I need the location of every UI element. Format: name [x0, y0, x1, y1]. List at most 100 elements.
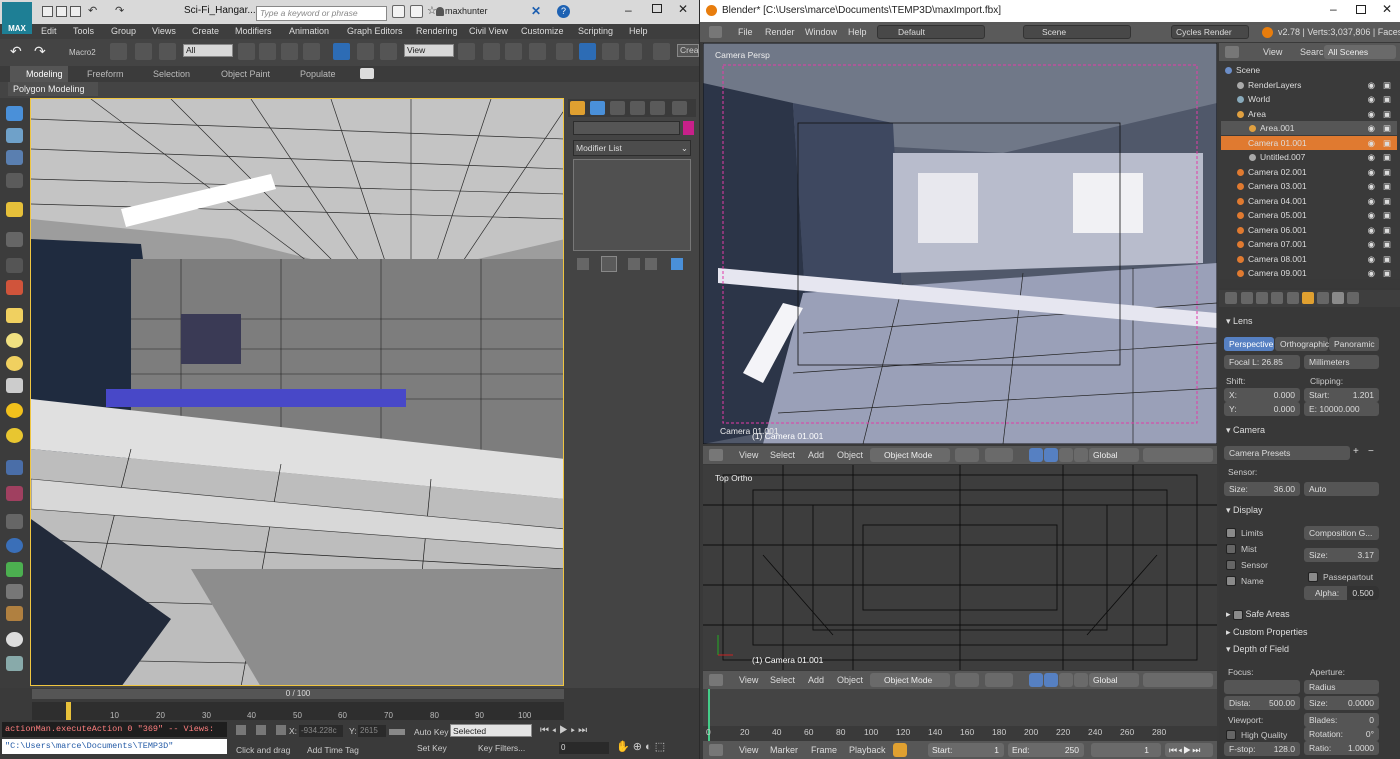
shift-y-field[interactable]: Y: 0.000 [1224, 402, 1300, 416]
visibility-eye-icon[interactable]: ◉ [1368, 252, 1375, 266]
sun-icon[interactable] [6, 403, 23, 418]
render-tab-icon[interactable] [1225, 292, 1237, 304]
create-selection-set[interactable]: Crea [677, 44, 699, 57]
menu-view[interactable]: View [739, 745, 758, 755]
open-file-icon[interactable] [56, 6, 67, 17]
add-time-tag[interactable]: Add Time Tag [307, 745, 359, 755]
menu-object[interactable]: Object [837, 450, 863, 460]
current-frame-field[interactable]: 0 [559, 742, 609, 754]
focal-length-field[interactable]: Focal L: 26.85 [1224, 355, 1300, 369]
key-filters-button[interactable]: Key Filters... [478, 743, 525, 753]
visibility-eye-icon[interactable]: ◉ [1368, 107, 1375, 121]
link-icon[interactable] [110, 43, 127, 60]
tab-selection[interactable]: Selection [153, 69, 190, 79]
rotate-icon[interactable] [357, 43, 374, 60]
safe-areas-checkbox[interactable] [1233, 609, 1244, 620]
close-icon[interactable]: ✕ [678, 2, 688, 16]
outliner-row[interactable]: Untitled.007 ◉ ▣ [1221, 150, 1397, 164]
lens-panoramic-tab[interactable]: Panoramic [1329, 337, 1379, 351]
menu-help[interactable]: Help [848, 27, 867, 37]
paint-icon[interactable] [6, 258, 23, 273]
minimize-icon[interactable]: – [1330, 2, 1337, 16]
auto-key-button[interactable]: Auto Key [414, 727, 449, 737]
camera-presets-dropdown[interactable]: Camera Presets [1224, 446, 1350, 460]
bind-space-warp-icon[interactable] [159, 43, 176, 60]
utilities-tab-icon[interactable] [672, 101, 687, 115]
object-tab-icon[interactable] [1287, 292, 1299, 304]
modifier-stack[interactable] [573, 159, 691, 251]
visibility-eye-icon[interactable]: ◉ [1368, 237, 1375, 251]
scale-icon[interactable] [380, 43, 397, 60]
isolate-icon[interactable] [236, 725, 246, 735]
custom-properties-panel-header[interactable]: ▸ Custom Properties [1226, 627, 1308, 638]
top-ortho-viewport[interactable]: Top Ortho (1) Camera 01.001 [703, 465, 1217, 670]
menu-view[interactable]: View [739, 450, 758, 460]
alpha-field[interactable]: Alpha: 0.500 [1304, 586, 1379, 600]
clip-end-field[interactable]: E: 10000.000 [1304, 402, 1379, 416]
manipulator-icon[interactable] [1029, 448, 1043, 462]
selection-filter-dropdown[interactable]: All [183, 44, 233, 57]
limits-checkbox[interactable] [1226, 528, 1236, 538]
menu-add[interactable]: Add [808, 675, 824, 685]
rotate-icon[interactable] [1059, 673, 1073, 687]
menu-civil-view[interactable]: Civil View [469, 26, 508, 36]
hierarchy-tab-icon[interactable] [610, 101, 625, 115]
outliner-row[interactable]: Area.001 ◉ ▣ [1221, 121, 1397, 135]
rect-selection-icon[interactable] [281, 43, 298, 60]
help-icon[interactable]: ? [557, 5, 570, 18]
minimize-icon[interactable]: – [625, 3, 632, 17]
grid-icon[interactable] [6, 460, 23, 475]
camera-viewport[interactable]: Camera Persp Camera 01.001 (1) Camera 01… [703, 43, 1217, 444]
unlink-icon[interactable] [135, 43, 152, 60]
outliner-row[interactable]: Camera 08.001 ◉ ▣ [1221, 252, 1397, 266]
snap-3-icon[interactable] [556, 43, 573, 60]
spinner-snap-icon[interactable] [625, 43, 642, 60]
focus-distance-field[interactable]: Dista: 500.00 [1224, 696, 1300, 710]
editor-type-icon[interactable] [709, 674, 723, 686]
key-icon[interactable] [389, 729, 405, 735]
playback-controls[interactable]: ⏮ ◂ ▶ ▸ ⏭ [540, 725, 587, 736]
rotation-field[interactable]: Rotation: 0° [1304, 727, 1379, 741]
communication-center-icon[interactable] [410, 5, 423, 18]
move-icon[interactable] [333, 43, 350, 60]
menu-tools[interactable]: Tools [73, 26, 94, 36]
render-toggle-icon[interactable]: ▣ [1383, 136, 1391, 150]
visibility-eye-icon[interactable]: ◉ [1368, 78, 1375, 92]
undo-icon[interactable]: ↶ [88, 4, 97, 17]
pin-stack-icon[interactable] [577, 258, 589, 270]
tab-object-paint[interactable]: Object Paint [221, 69, 270, 79]
safe-areas-panel-header[interactable]: ▸ Safe Areas [1226, 609, 1290, 620]
redo-icon[interactable]: ↷ [115, 4, 124, 17]
pivot-icon[interactable] [458, 43, 475, 60]
render-toggle-icon[interactable]: ▣ [1383, 121, 1391, 135]
lock-selection-icon[interactable] [256, 725, 266, 735]
angle-snap-icon[interactable] [579, 43, 596, 60]
modify-tab-icon[interactable] [590, 101, 605, 115]
polygon-modeling-panel[interactable]: Polygon Modeling [8, 82, 98, 96]
outliner-row[interactable]: Scene [1221, 63, 1397, 77]
pane-icon[interactable] [6, 656, 23, 671]
render-toggle-icon[interactable]: ▣ [1383, 208, 1391, 222]
menu-animation[interactable]: Animation [289, 26, 329, 36]
aperture-size-field[interactable]: Size: 0.0000 [1304, 696, 1379, 710]
make-unique-icon[interactable] [628, 258, 640, 270]
mode-dropdown[interactable]: Object Mode [870, 673, 950, 687]
user-name[interactable]: maxhunter [445, 6, 488, 16]
mode-dropdown[interactable]: Object Mode [870, 448, 950, 462]
passepartout-checkbox[interactable] [1308, 572, 1318, 582]
editor-type-icon[interactable] [709, 26, 722, 38]
rotate-icon[interactable] [1059, 448, 1073, 462]
macro-label[interactable]: Macro2 [69, 48, 96, 57]
high-quality-checkbox[interactable] [1226, 730, 1236, 740]
cone-icon[interactable] [6, 378, 23, 393]
visibility-eye-icon[interactable]: ◉ [1368, 266, 1375, 279]
save-file-icon[interactable] [70, 6, 81, 17]
camera-panel-header[interactable]: ▾ Camera [1226, 425, 1265, 436]
layer-explorer-icon[interactable] [6, 150, 23, 165]
render-toggle-icon[interactable]: ▣ [1383, 150, 1391, 164]
outliner-row[interactable]: Camera 01.001 ◉ ▣ [1221, 135, 1397, 150]
render-toggle-icon[interactable]: ▣ [1383, 165, 1391, 179]
tab-modeling[interactable]: Modeling [26, 69, 63, 79]
orientation-dropdown[interactable]: Global [1089, 448, 1139, 462]
outliner-row[interactable]: Camera 04.001 ◉ ▣ [1221, 194, 1397, 208]
